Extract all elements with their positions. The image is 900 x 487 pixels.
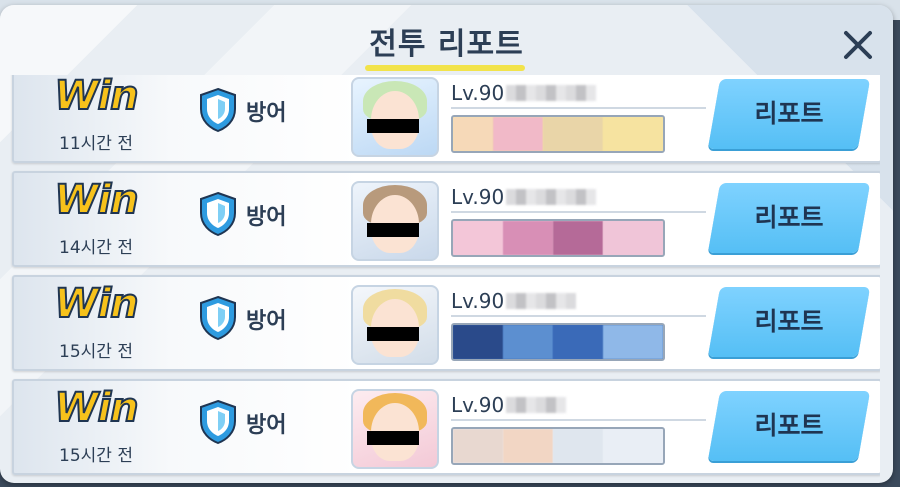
opponent-name-blurred xyxy=(506,189,596,205)
divider xyxy=(451,107,706,109)
opponent-level: Lv.90 xyxy=(451,289,505,313)
report-button[interactable] xyxy=(707,391,871,461)
mode-label: 방어 xyxy=(246,101,287,126)
dialog-header: 전투 리포트 xyxy=(0,5,893,75)
opponent-name-blurred xyxy=(506,293,576,309)
censor-bar xyxy=(367,431,419,445)
battle-report-dialog: 전투 리포트 Win 11시간 전 방어 Lv.90 리포트 Win 14시간 … xyxy=(0,5,893,483)
close-button[interactable] xyxy=(838,25,878,65)
report-button[interactable] xyxy=(707,183,871,253)
mode-label: 방어 xyxy=(246,413,287,438)
shield-icon xyxy=(200,191,236,237)
report-row: Win 11시간 전 방어 Lv.90 리포트 xyxy=(12,75,880,163)
mode-label: 방어 xyxy=(246,309,287,334)
censor-bar xyxy=(367,119,419,133)
opponent-level: Lv.90 xyxy=(451,393,505,417)
shield-icon xyxy=(200,87,236,133)
report-row: Win 15시간 전 방어 Lv.90 리포트 xyxy=(12,275,880,371)
title-underline xyxy=(365,65,525,71)
time-ago: 14시간 전 xyxy=(59,238,133,258)
guild-banner-blurred xyxy=(451,115,665,153)
report-button[interactable] xyxy=(707,287,871,357)
censor-bar xyxy=(367,327,419,341)
time-ago: 15시간 전 xyxy=(59,342,133,362)
result-win: Win xyxy=(53,176,139,224)
close-icon xyxy=(844,31,872,59)
mode-label: 방어 xyxy=(246,205,287,230)
time-ago: 15시간 전 xyxy=(59,446,133,466)
shield-icon xyxy=(200,295,236,341)
divider xyxy=(451,211,706,213)
censor-bar xyxy=(367,223,419,237)
opponent-portrait xyxy=(351,181,439,261)
report-list[interactable]: Win 11시간 전 방어 Lv.90 리포트 Win 14시간 전 방어 Lv… xyxy=(10,75,880,483)
result-win: Win xyxy=(53,280,139,328)
result-win: Win xyxy=(53,384,139,432)
opponent-portrait xyxy=(351,389,439,469)
opponent-portrait xyxy=(351,285,439,365)
guild-banner-blurred xyxy=(451,219,665,257)
report-button[interactable] xyxy=(707,79,871,149)
divider xyxy=(451,315,706,317)
guild-banner-blurred xyxy=(451,427,665,465)
guild-banner-blurred xyxy=(451,323,665,361)
dialog-title: 전투 리포트 xyxy=(369,27,524,62)
shield-icon xyxy=(200,399,236,445)
divider xyxy=(451,419,706,421)
opponent-level: Lv.90 xyxy=(451,185,505,209)
time-ago: 11시간 전 xyxy=(59,134,133,154)
result-win: Win xyxy=(53,75,139,120)
opponent-name-blurred xyxy=(506,397,566,413)
opponent-name-blurred xyxy=(506,85,596,101)
opponent-portrait xyxy=(351,77,439,157)
report-row: Win 15시간 전 방어 Lv.90 리포트 xyxy=(12,379,880,475)
opponent-level: Lv.90 xyxy=(451,81,505,105)
report-row: Win 14시간 전 방어 Lv.90 리포트 xyxy=(12,171,880,267)
